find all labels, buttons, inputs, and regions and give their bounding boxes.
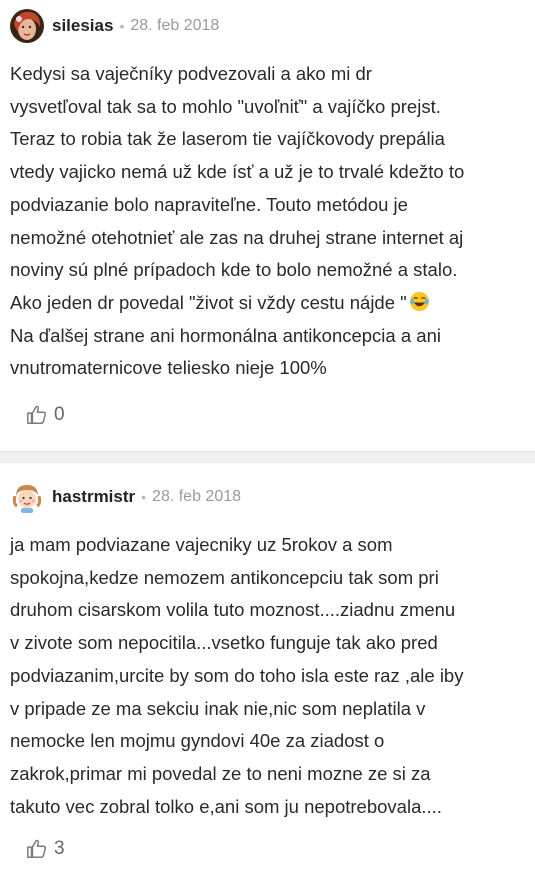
comment-line: nemocke len mojmu gyndovi 40e za ziadost… bbox=[10, 730, 385, 752]
comment-line: vnutromaternicove teliesko nieje 100% bbox=[10, 357, 327, 379]
comment-line: v pripade ze ma sekciu inak nie,nic som … bbox=[10, 697, 426, 719]
like-count: 0 bbox=[54, 404, 65, 426]
comment-line: ja mam podviazane vajecniky uz 5rokov a … bbox=[10, 534, 393, 556]
comment-header: silesias • 28. feb 2018 bbox=[10, 0, 525, 52]
comment-line: druhom cisarskom volila tuto moznost....… bbox=[10, 599, 456, 621]
user-avatar-hastrmistr[interactable] bbox=[10, 480, 44, 515]
comment-line: Teraz to robia tak že laserom tie vajíčk… bbox=[10, 128, 445, 150]
comment-text: ja mam podviazane vajecniky uz 5rokov a … bbox=[10, 529, 525, 823]
comment-line: vysvetľoval tak sa to mohlo "uvoľniť" a … bbox=[10, 95, 441, 117]
like-count: 3 bbox=[54, 838, 65, 860]
comment-line: Na ďalšej strane ani hormonálna antikonc… bbox=[10, 324, 441, 346]
username[interactable]: hastrmistr bbox=[52, 487, 135, 507]
comment-line: vtedy vajicko nemá už kde ísť a už je to… bbox=[10, 161, 465, 183]
user-avatar-silesias[interactable] bbox=[10, 9, 44, 43]
comment-line: podviazanie bolo napraviteľne. Touto met… bbox=[10, 193, 408, 215]
comment-line: nemožné otehotnieť ale zas na druhej str… bbox=[10, 226, 464, 248]
comment-divider bbox=[0, 451, 535, 464]
comment-header: hastrmistr • 28. feb 2018 bbox=[10, 471, 525, 523]
comment-line: takuto vec zobral tolko e,ani som ju nep… bbox=[10, 795, 442, 817]
thumbs-up-icon[interactable] bbox=[26, 838, 48, 860]
meta-separator: • bbox=[141, 489, 147, 506]
like-control[interactable]: 3 bbox=[26, 827, 525, 871]
comment-line: Ako jeden dr povedal "život si vždy cest… bbox=[10, 291, 407, 313]
comment-date: 28. feb 2018 bbox=[152, 488, 242, 506]
comment-line: noviny sú plné prípadoch kde to bolo nem… bbox=[10, 259, 458, 281]
comment-text: Kedysi sa vaječníky podvezovali a ako mi… bbox=[10, 58, 525, 385]
comment-line: spokojna,kedze nemozem antikoncepciu tak… bbox=[10, 566, 439, 588]
comment-2: hastrmistr • 28. feb 2018 ja mam podviaz… bbox=[0, 471, 535, 871]
thumbs-up-icon[interactable] bbox=[26, 404, 48, 426]
comment-line: zakrok,primar mi povedal ze to neni mozn… bbox=[10, 762, 431, 784]
comment-line: Kedysi sa vaječníky podvezovali a ako mi… bbox=[10, 63, 372, 84]
like-control[interactable]: 0 bbox=[26, 393, 525, 437]
username[interactable]: silesias bbox=[52, 16, 113, 36]
comment-line-with-emoji: Ako jeden dr povedal "život si vždy cest… bbox=[10, 287, 521, 320]
comment-1: silesias • 28. feb 2018 Kedysi sa vaječn… bbox=[0, 0, 535, 437]
laughing-tears-emoji bbox=[409, 291, 429, 311]
comment-line: podviazanim,urcite by som do toho isla e… bbox=[10, 664, 464, 686]
comment-line: v zivote som nepocitila...vsetko funguje… bbox=[10, 632, 438, 654]
comment-date: 28. feb 2018 bbox=[130, 17, 220, 34]
meta-separator: • bbox=[119, 18, 125, 34]
